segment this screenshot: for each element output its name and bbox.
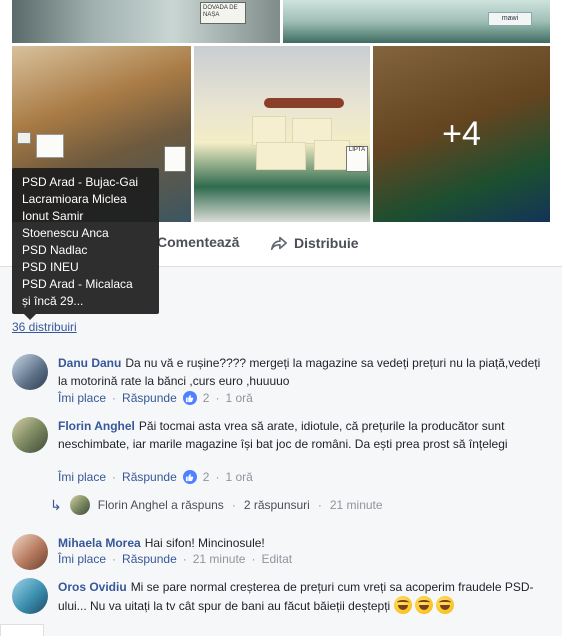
sausage-item [264, 98, 344, 108]
avatar[interactable] [12, 417, 48, 453]
like-link[interactable]: Îmi place [58, 470, 106, 484]
laughing-emoji-icon [414, 596, 433, 614]
photo-sign: DOVADA DE NAȘA [200, 2, 246, 24]
separator: · [215, 391, 220, 405]
laughing-emoji-icon [393, 596, 412, 614]
reaction-count[interactable]: 2 [203, 470, 210, 484]
replies-count[interactable]: 2 răspunsuri [244, 498, 310, 512]
comment-time[interactable]: 1 oră [225, 470, 252, 484]
photo-1[interactable]: DOVADA DE NAȘA [12, 0, 280, 43]
comment-item: Florin Anghel Păi tocmai asta vrea să ara… [12, 417, 550, 491]
reaction-count[interactable]: 2 [203, 391, 210, 405]
separator: · [251, 552, 256, 566]
comment-body: Oros Ovidiu Mi se pare normal creșterea d… [58, 578, 542, 615]
avatar[interactable] [12, 534, 48, 570]
replies-author-text[interactable]: Florin Anghel a răspuns [98, 498, 224, 512]
comment-button[interactable]: Comentează [157, 234, 239, 250]
edited-label[interactable]: Editat [261, 552, 292, 566]
comment-author[interactable]: Florin Anghel [58, 419, 135, 433]
comment-author[interactable]: Oros Ovidiu [58, 580, 127, 594]
separator: · [182, 552, 187, 566]
laughing-emoji-icon [436, 596, 455, 614]
comment-input-edge[interactable] [0, 624, 44, 636]
tooltip-line: PSD Arad - Micalaca [22, 277, 133, 291]
price-label: LIPTA [346, 146, 368, 172]
tooltip-line: Lacramioara Miclea [22, 192, 127, 206]
tooltip-line: și încă 29... [22, 294, 84, 308]
share-label: Distribuie [294, 235, 359, 251]
like-reaction-icon[interactable] [182, 470, 197, 484]
cheese-item [256, 142, 306, 170]
like-link[interactable]: Îmi place [58, 552, 106, 566]
comment-meta: Îmi place · Răspunde · 21 minute · Edita… [58, 552, 292, 566]
comment-label: Comentează [157, 234, 240, 250]
photo-4[interactable]: LIPTA [194, 46, 370, 222]
photo-5[interactable]: +4 [373, 46, 550, 222]
avatar[interactable] [12, 578, 48, 614]
comment-author[interactable]: Mihaela Morea [58, 536, 141, 550]
reply-arrow-icon: ↳ [50, 496, 62, 513]
more-photos-overlay[interactable]: +4 [373, 46, 550, 222]
avatar [69, 495, 90, 515]
photo-sign-brand: mawi [488, 12, 532, 26]
share-button[interactable]: Distribuie [270, 234, 359, 252]
comment-item: Oros Ovidiu Mi se pare normal creșterea d… [12, 578, 550, 636]
comment-body: Danu Danu Da nu vă e rușine???? mergeți l… [58, 354, 542, 390]
comment-meta: Îmi place · Răspunde 2 · 1 oră [58, 470, 253, 484]
comment-item: Danu Danu Da nu vă e rușine???? mergeți l… [12, 354, 550, 410]
tooltip-line: PSD Nadlac [22, 243, 88, 257]
reply-link[interactable]: Răspunde [122, 470, 177, 484]
replies-summary[interactable]: ↳ Florin Anghel a răspuns · 2 răspunsuri… [50, 495, 383, 515]
separator: · [112, 552, 117, 566]
tooltip-line: Stoenescu Anca [22, 226, 109, 240]
shares-tooltip: PSD Arad - Bujac-Gai Lacramioara Miclea … [12, 168, 159, 320]
like-reaction-icon[interactable] [182, 391, 197, 405]
separator: · [112, 391, 117, 405]
comment-time[interactable]: 21 minute [193, 552, 246, 566]
like-link[interactable]: Îmi place [58, 391, 106, 405]
price-label [17, 132, 31, 144]
comment-body: Florin Anghel Păi tocmai asta vrea să ara… [58, 417, 542, 453]
replies-time[interactable]: 21 minute [330, 498, 383, 512]
comment-text: Mi se pare normal creșterea de prețuri c… [58, 580, 534, 613]
comment-meta: Îmi place · Răspunde 2 · 1 oră [58, 391, 253, 405]
price-label [36, 134, 64, 158]
avatar[interactable] [12, 354, 48, 390]
comment-body: Mihaela Morea Hai sifon! Mincinosule! [58, 534, 542, 552]
comment-item: Mihaela Morea Hai sifon! Mincinosule! Îmi… [12, 534, 550, 572]
cheese-item [314, 140, 350, 170]
separator: · [215, 470, 220, 484]
tooltip-line: PSD Arad - Bujac-Gai [22, 175, 139, 189]
tooltip-arrow [24, 314, 36, 320]
share-icon [270, 236, 288, 251]
separator: · [317, 498, 322, 512]
comment-time[interactable]: 1 oră [225, 391, 252, 405]
comment-text: Da nu vă e rușine???? mergeți la magazin… [58, 356, 541, 388]
photo-2[interactable]: mawi [283, 0, 550, 43]
comment-author[interactable]: Danu Danu [58, 356, 121, 370]
comment-text: Hai sifon! Mincinosule! [144, 536, 265, 550]
tooltip-line: Ionut Samir [22, 209, 84, 223]
reply-link[interactable]: Răspunde [122, 552, 177, 566]
separator: · [231, 498, 236, 512]
separator: · [112, 470, 117, 484]
price-label [164, 146, 186, 172]
reply-link[interactable]: Răspunde [122, 391, 177, 405]
tooltip-line: PSD INEU [22, 260, 79, 274]
shares-count-link[interactable]: 36 distribuiri [12, 320, 77, 334]
